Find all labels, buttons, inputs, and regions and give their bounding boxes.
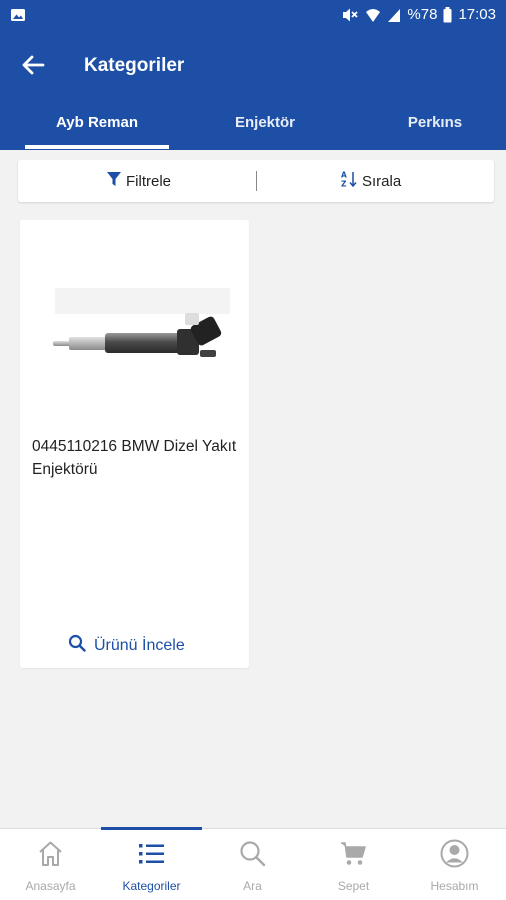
tab-ayb-reman[interactable]: Ayb Reman xyxy=(25,98,169,150)
battery-percent: %78 xyxy=(407,6,438,23)
nav-item-cart[interactable]: Sepet xyxy=(303,829,404,900)
nav-item-categories[interactable]: Kategoriler xyxy=(101,829,202,900)
product-title: 0445110216 BMW Dizel Yakıt Enjektörü xyxy=(32,438,237,478)
svg-text:Z: Z xyxy=(341,180,347,189)
tab-indicator xyxy=(25,145,169,149)
sort-label: Sırala xyxy=(362,172,402,190)
nav-label-home: Anasayfa xyxy=(25,879,76,893)
nav-item-account[interactable]: Hesabım xyxy=(404,829,505,900)
sort-button[interactable]: A Z Sırala xyxy=(340,160,401,202)
svg-text:A: A xyxy=(341,171,347,180)
gallery-notification-icon xyxy=(10,7,26,28)
nav-label-cart: Sepet xyxy=(337,879,370,893)
search-icon xyxy=(68,634,86,657)
sort-az-icon: A Z xyxy=(340,170,358,192)
filter-sort-bar: Filtrele A Z Sırala xyxy=(18,160,494,202)
list-icon xyxy=(137,839,166,868)
app-bar: Kategoriler Ayb Reman Enjektör Perkıns xyxy=(0,32,506,150)
filter-button[interactable]: Filtrele xyxy=(106,160,171,202)
signal-icon xyxy=(387,7,401,23)
filter-icon xyxy=(106,171,122,191)
product-card[interactable]: 0445110216 BMW Dizel Yakıt Enjektörü Ürü… xyxy=(20,220,249,668)
account-icon xyxy=(440,839,469,868)
battery-icon xyxy=(443,6,452,23)
back-arrow-icon[interactable] xyxy=(18,50,48,80)
wifi-icon xyxy=(365,7,381,23)
category-tabs: Ayb Reman Enjektör Perkıns xyxy=(0,98,506,150)
view-product-label: Ürünü İncele xyxy=(94,636,185,654)
page-title: Kategoriler xyxy=(84,55,185,76)
nav-item-search[interactable]: Ara xyxy=(202,829,303,900)
nav-label-categories: Kategoriler xyxy=(122,879,181,893)
tab-enjektor[interactable]: Enjektör xyxy=(193,98,337,150)
nav-label-account: Hesabım xyxy=(430,879,479,893)
nav-label-search: Ara xyxy=(243,879,262,893)
search-icon xyxy=(238,839,267,868)
toolbar-divider xyxy=(256,171,257,191)
home-icon xyxy=(36,839,65,868)
filter-label: Filtrele xyxy=(126,172,172,190)
status-bar: %78 17:03 xyxy=(0,0,506,32)
tab-perkins[interactable]: Perkıns xyxy=(376,98,494,150)
product-image xyxy=(45,280,235,400)
cart-icon xyxy=(339,839,368,868)
clock: 17:03 xyxy=(458,6,496,23)
bottom-navigation: Anasayfa Kategoriler Ara Sepet Hesabım xyxy=(0,827,506,900)
view-product-button[interactable]: Ürünü İncele xyxy=(68,634,185,657)
mute-icon xyxy=(341,7,359,23)
nav-item-home[interactable]: Anasayfa xyxy=(0,829,101,900)
